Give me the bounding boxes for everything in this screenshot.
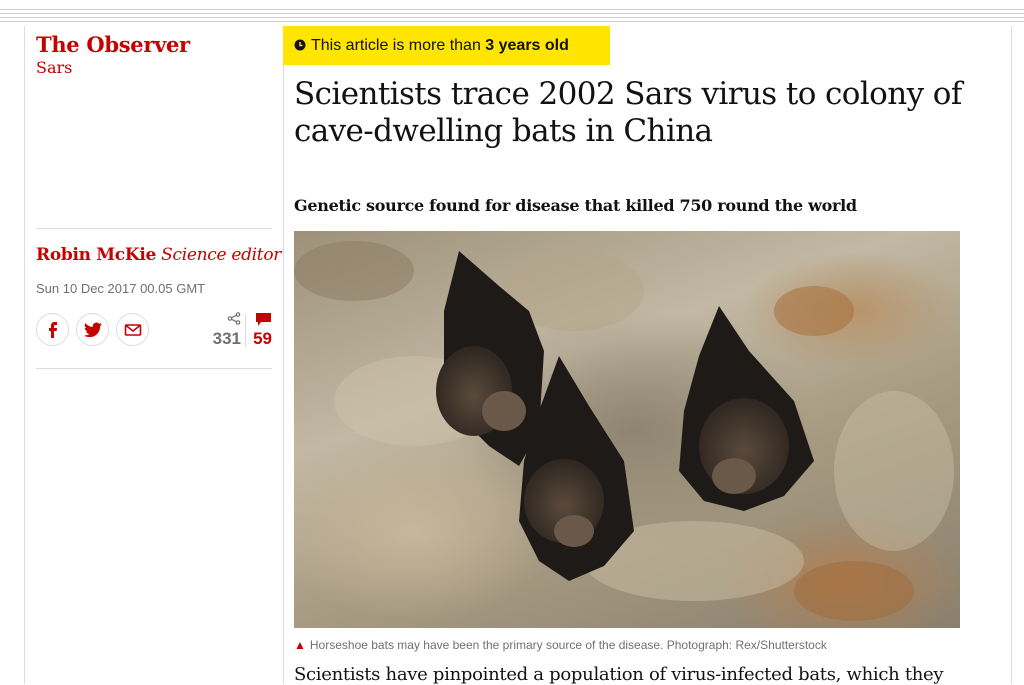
article-standfirst: Genetic source found for disease that ki…	[294, 196, 857, 215]
comment-count-value[interactable]: 59	[253, 329, 272, 349]
image-caption: ▲ Horseshoe bats may have been the primar…	[294, 638, 827, 652]
share-twitter-button[interactable]	[76, 313, 109, 346]
age-badge-age: 3 years old	[485, 37, 569, 54]
article-headline: Scientists trace 2002 Sars virus to colo…	[294, 76, 962, 149]
meta-divider	[36, 368, 272, 369]
share-count-value: 331	[212, 329, 241, 348]
column-divider-right	[1011, 26, 1012, 684]
article-main-image	[294, 231, 960, 628]
comment-icon	[256, 313, 271, 326]
byline-divider	[36, 228, 272, 229]
section-title[interactable]: The Observer	[36, 32, 190, 57]
bat-right	[679, 306, 814, 511]
caption-triangle-icon: ▲	[294, 638, 306, 652]
column-divider-left	[24, 26, 25, 684]
facebook-icon	[48, 321, 57, 338]
byline: Robin McKie Science editor	[36, 245, 281, 265]
caption-text: Horseshoe bats may have been the primary…	[309, 638, 827, 652]
author-name[interactable]: Robin McKie	[36, 245, 156, 265]
stat-divider	[245, 315, 246, 347]
twitter-icon	[83, 322, 102, 337]
share-email-button[interactable]	[116, 313, 149, 346]
author-role: Science editor	[161, 245, 282, 265]
bats-photo-illustration	[294, 241, 954, 621]
article-age-badge: This article is more than 3 years old	[283, 26, 610, 65]
publish-date: Sun 10 Dec 2017 00.05 GMT	[36, 281, 206, 296]
section-subtitle[interactable]: Sars	[36, 58, 72, 77]
article-body-first-line: Scientists have pinpointed a population …	[294, 664, 944, 685]
top-rule-bar	[0, 0, 1024, 26]
email-icon	[124, 323, 141, 336]
share-facebook-button[interactable]	[36, 313, 69, 346]
age-badge-text: This article is more than 3 years old	[311, 37, 569, 54]
column-divider-main	[283, 26, 284, 684]
clock-icon	[294, 39, 306, 51]
share-icon	[227, 312, 241, 325]
